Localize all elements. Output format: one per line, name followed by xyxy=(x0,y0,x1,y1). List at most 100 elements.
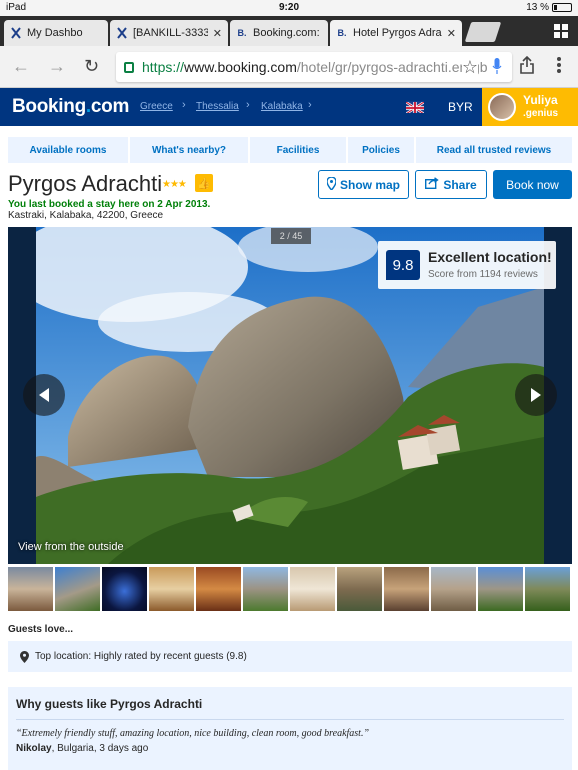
breadcrumb-greece[interactable]: Greece xyxy=(140,101,173,112)
menu-kebab-icon[interactable] xyxy=(556,56,562,79)
close-tab-icon[interactable]: ✕ xyxy=(213,27,222,40)
lock-icon xyxy=(124,61,134,73)
divider xyxy=(16,719,564,720)
photo-thumbnail[interactable] xyxy=(55,567,100,611)
battery-status: 13 % xyxy=(526,2,572,13)
browser-tab[interactable]: [BANKILL-3333] B ✕ xyxy=(110,20,228,46)
review-quote: “Extremely friendly stuff, amazing locat… xyxy=(16,728,370,739)
previous-booking-note: You last booked a stay here on 2 Apr 201… xyxy=(8,199,211,210)
star-rating: ★★★ xyxy=(162,179,187,190)
tab-label: My Dashbo xyxy=(27,27,83,39)
browser-tab-bar: My Dashbo [BANKILL-3333] B ✕ B. Booking.… xyxy=(0,16,578,46)
currency-selector[interactable]: BYR xyxy=(448,100,473,114)
photo-thumbnail[interactable] xyxy=(196,567,241,611)
top-location-text: Top location: Highly rated by recent gue… xyxy=(35,651,247,662)
photo-thumbnail[interactable] xyxy=(8,567,53,611)
browser-tab[interactable]: My Dashbo xyxy=(4,20,108,46)
map-pin-icon xyxy=(326,175,337,193)
close-tab-icon[interactable]: ✕ xyxy=(447,27,456,40)
booking-favicon: B. xyxy=(237,28,247,38)
photo-thumbnail[interactable] xyxy=(290,567,335,611)
next-photo-button[interactable] xyxy=(515,374,557,416)
property-nav: Available rooms What's nearby? Facilitie… xyxy=(8,137,572,163)
share-label: Share xyxy=(443,177,477,192)
tab-switcher-icon[interactable] xyxy=(554,24,568,38)
photo-counter: 2 / 45 xyxy=(271,228,311,244)
thumbs-up-icon: 👍 xyxy=(195,174,213,192)
score-badge: 9.8 xyxy=(386,250,420,280)
chevron-right-icon: › xyxy=(308,99,312,111)
chevron-right-icon: › xyxy=(246,99,250,111)
guests-love-heading: Guests love... xyxy=(8,624,74,635)
scroll-icon xyxy=(116,27,128,39)
score-label: Excellent location! xyxy=(428,249,552,265)
photo-thumbnail[interactable] xyxy=(337,567,382,611)
address-bar: ← → ↻ https://www.booking.com/hotel/gr/p… xyxy=(0,46,578,88)
tab-label: [BANKILL-3333] B xyxy=(133,27,208,39)
new-tab-button[interactable] xyxy=(464,22,502,42)
section-title: Why guests like Pyrgos Adrachti xyxy=(16,697,203,711)
reload-icon[interactable]: ↻ xyxy=(84,56,99,77)
url-scheme: https:// xyxy=(142,59,185,75)
genius-level: .genius xyxy=(523,108,559,119)
map-pin-icon xyxy=(20,650,29,663)
account-menu[interactable]: Yuliya .genius xyxy=(482,88,578,126)
booking-logo[interactable]: Booking.com xyxy=(12,96,129,118)
show-map-button[interactable]: Show map xyxy=(318,170,409,199)
photo-caption: View from the outside xyxy=(18,541,124,553)
tab-whats-nearby[interactable]: What's nearby? xyxy=(130,137,248,163)
photo-thumbnail[interactable] xyxy=(525,567,570,611)
url-domain: www.booking.com xyxy=(184,59,297,75)
page-title: Pyrgos Adrachti xyxy=(8,171,163,196)
tab-facilities[interactable]: Facilities xyxy=(250,137,346,163)
bookmark-star-icon[interactable]: ☆ xyxy=(461,57,478,78)
photo-thumbnails xyxy=(8,567,574,611)
forward-icon[interactable]: → xyxy=(48,56,66,77)
site-header: Booking.com Greece › Thessalia › Kalabak… xyxy=(0,88,578,126)
photo-thumbnail[interactable] xyxy=(431,567,476,611)
previous-photo-button[interactable] xyxy=(23,374,65,416)
reviewer-name: Nikolay xyxy=(16,743,52,754)
battery-percent: 13 % xyxy=(526,2,549,13)
reviewer-meta: , Bulgaria, 3 days ago xyxy=(51,743,149,754)
tab-read-reviews[interactable]: Read all trusted reviews xyxy=(416,137,572,163)
score-subtext: Score from 1194 reviews xyxy=(428,269,538,280)
logo-main: Booking xyxy=(12,96,86,117)
photo-gallery[interactable]: 2 / 45 9.8 Excellent location! Score fro… xyxy=(8,227,572,564)
why-guests-like-section: Why guests like Pyrgos Adrachti “Extreme… xyxy=(8,687,572,770)
location-score-card: 9.8 Excellent location! Score from 1194 … xyxy=(378,241,556,289)
battery-icon xyxy=(552,3,572,12)
breadcrumb-kalabaka[interactable]: Kalabaka xyxy=(261,101,303,112)
user-name: Yuliya xyxy=(523,93,558,107)
browser-tab-active[interactable]: B. Hotel Pyrgos Adra ✕ xyxy=(330,20,462,46)
show-map-label: Show map xyxy=(339,177,400,192)
share-button[interactable]: Share xyxy=(415,170,487,199)
booking-favicon: B. xyxy=(337,28,347,38)
browser-tab[interactable]: B. Booking.com: xyxy=(230,20,328,46)
url-field[interactable]: https://www.booking.com/hotel/gr/pyrgos-… xyxy=(116,52,512,82)
reviewer-info: Nikolay, Bulgaria, 3 days ago xyxy=(16,743,148,754)
url-path: /hotel/gr/pyrgos-adrachti.en-gb xyxy=(296,59,488,75)
clock: 9:20 xyxy=(278,2,299,13)
uk-flag-icon[interactable] xyxy=(406,101,424,113)
back-icon[interactable]: ← xyxy=(12,56,30,77)
tab-label: Hotel Pyrgos Adra xyxy=(353,27,442,39)
avatar xyxy=(488,93,516,121)
photo-thumbnail[interactable] xyxy=(243,567,288,611)
tab-label: Booking.com: xyxy=(253,27,320,39)
photo-thumbnail[interactable] xyxy=(384,567,429,611)
logo-suffix: com xyxy=(90,96,130,117)
microphone-icon[interactable] xyxy=(492,58,502,74)
status-bar: iPad 9:20 13 % xyxy=(0,0,578,16)
chevron-left-icon xyxy=(39,388,49,402)
photo-thumbnail[interactable] xyxy=(102,567,147,611)
share-icon xyxy=(425,177,439,192)
photo-thumbnail[interactable] xyxy=(478,567,523,611)
tab-available-rooms[interactable]: Available rooms xyxy=(8,137,128,163)
tab-policies[interactable]: Policies xyxy=(348,137,414,163)
scroll-icon xyxy=(10,27,22,39)
book-now-button[interactable]: Book now xyxy=(493,170,572,199)
share-icon[interactable] xyxy=(520,55,534,79)
breadcrumb-thessalia[interactable]: Thessalia xyxy=(196,101,239,112)
photo-thumbnail[interactable] xyxy=(149,567,194,611)
